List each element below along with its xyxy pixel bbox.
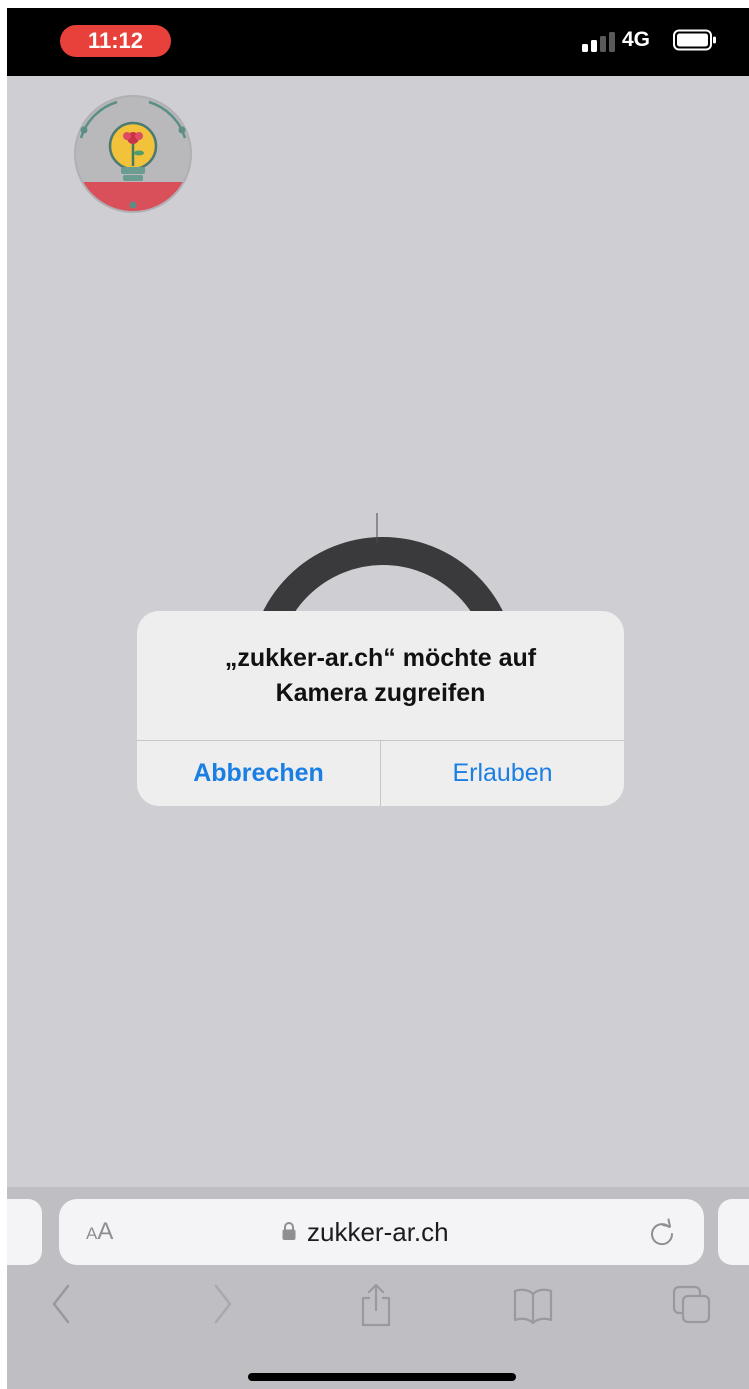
chevron-left-icon[interactable] bbox=[51, 1282, 71, 1326]
book-icon[interactable] bbox=[512, 1282, 554, 1328]
allow-button[interactable]: Erlauben bbox=[381, 741, 624, 806]
share-icon[interactable] bbox=[359, 1282, 393, 1328]
text-size-small-label: A bbox=[86, 1224, 98, 1243]
lock-icon bbox=[282, 1222, 296, 1240]
home-indicator[interactable] bbox=[248, 1373, 516, 1381]
url-text: zukker-ar.ch bbox=[307, 1217, 449, 1247]
text-size-big-label: A bbox=[97, 1218, 114, 1245]
network-type: 4G bbox=[622, 28, 651, 51]
address-bar[interactable]: AA zukker-ar.ch bbox=[59, 1199, 704, 1265]
dialog-title-line1: „zukker-ar.ch“ möchte auf bbox=[224, 644, 537, 672]
camera-permission-dialog: „zukker-ar.ch“ möchte auf Kamera zugreif… bbox=[137, 611, 624, 806]
site-logo bbox=[74, 95, 192, 213]
text-size-button[interactable]: AA bbox=[86, 1218, 113, 1249]
reload-icon[interactable] bbox=[647, 1217, 677, 1247]
dialog-title-line2: Kamera zugreifen bbox=[275, 679, 486, 707]
tabs-icon[interactable] bbox=[671, 1282, 713, 1328]
next-tab-preview[interactable] bbox=[718, 1199, 749, 1265]
dialog-title: „zukker-ar.ch“ möchte auf Kamera zugreif… bbox=[157, 641, 604, 711]
cancel-button[interactable]: Abbrechen bbox=[137, 741, 380, 806]
browser-nav-row bbox=[7, 1282, 749, 1332]
cellular-signal-icon bbox=[582, 32, 615, 52]
previous-tab-preview[interactable] bbox=[7, 1199, 42, 1265]
status-time: 11:12 bbox=[60, 25, 171, 57]
status-bar: 11:12 4G bbox=[7, 8, 749, 76]
screen: 11:12 4G „zukker-ar.ch“ möchte auf Kamer… bbox=[7, 8, 749, 1389]
chevron-right-icon[interactable] bbox=[213, 1282, 233, 1326]
battery-icon bbox=[673, 29, 716, 51]
browser-toolbar: AA zukker-ar.ch bbox=[7, 1187, 749, 1389]
